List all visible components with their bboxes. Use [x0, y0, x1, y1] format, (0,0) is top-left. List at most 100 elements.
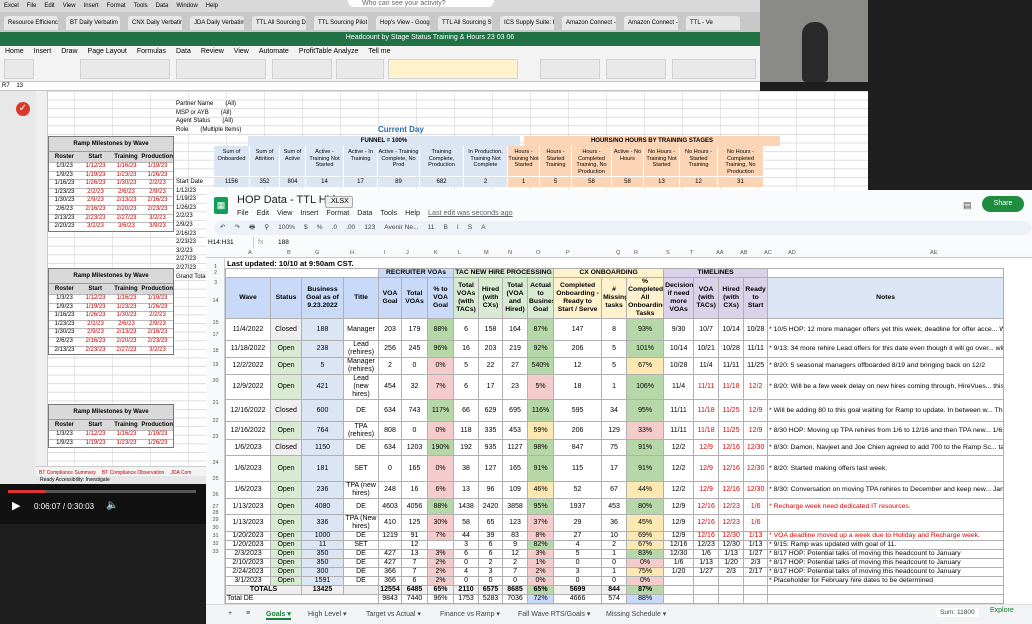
- table-cell[interactable]: [718, 576, 745, 586]
- table-cell[interactable]: 7: [502, 567, 529, 577]
- table-cell[interactable]: 12/23: [718, 514, 745, 532]
- toolbar-button[interactable]: .0: [332, 224, 338, 231]
- total-de-cell[interactable]: 88%: [626, 594, 665, 604]
- table-cell[interactable]: 1203: [401, 439, 428, 456]
- table-cell[interactable]: 847: [553, 439, 603, 456]
- table-cell[interactable]: 5: [301, 357, 344, 375]
- ramp-cell[interactable]: 1/9/23: [49, 304, 80, 312]
- table-cell[interactable]: 1/13: [718, 549, 745, 559]
- table-cell[interactable]: 1/20: [663, 567, 695, 577]
- table-cell[interactable]: 1/13: [743, 540, 769, 550]
- table-cell[interactable]: 52: [553, 481, 603, 499]
- pivot-value-cell[interactable]: 13: [644, 178, 680, 187]
- table-cell[interactable]: 12/30: [663, 549, 695, 559]
- table-cell[interactable]: 2%: [426, 567, 455, 577]
- excel-tab[interactable]: BT Daily Verbatim Fr: [66, 16, 120, 30]
- selection-sum[interactable]: Sum: 11800: [936, 608, 979, 617]
- paste-button[interactable]: [4, 59, 34, 79]
- comment-icon[interactable]: ▤: [963, 200, 972, 211]
- row-number[interactable]: 3: [206, 280, 225, 286]
- excel-formula-bar[interactable]: R7 13: [0, 82, 760, 91]
- sheet-tab[interactable]: Fall Wave RTS/Goals ▾: [518, 610, 590, 618]
- sheets-menu-item[interactable]: Data: [357, 208, 372, 217]
- table-cell[interactable]: 1/13/2023: [225, 498, 271, 515]
- table-cell[interactable]: 13: [453, 481, 480, 499]
- table-cell[interactable]: 123: [502, 514, 529, 532]
- table-cell[interactable]: 0: [478, 576, 504, 586]
- table-cell[interactable]: Lead (rehires): [343, 340, 379, 358]
- table-cell[interactable]: 12/9: [663, 514, 695, 532]
- ramp-cell[interactable]: 1/26/23: [142, 440, 173, 448]
- ramp-cell[interactable]: 1/26/23: [80, 312, 111, 320]
- ramp-cell[interactable]: 3/2/23: [80, 223, 111, 231]
- table-cell[interactable]: 16: [453, 340, 480, 358]
- table-cell[interactable]: 256: [378, 340, 402, 358]
- table-cell[interactable]: Open: [270, 455, 302, 482]
- toolbar-button[interactable]: A: [481, 224, 485, 231]
- table-cell[interactable]: 7: [401, 558, 428, 568]
- ramp-cell[interactable]: 1/30/23: [111, 180, 142, 188]
- pivot-filter[interactable]: MSP or AYB (All): [176, 109, 272, 118]
- toolbar-button[interactable]: .00: [346, 224, 355, 231]
- table-cell[interactable]: 1/6/2023: [225, 455, 271, 482]
- name-box[interactable]: H14:H31: [206, 237, 254, 248]
- table-cell[interactable]: 0%: [626, 576, 665, 586]
- table-cell[interactable]: 11/11: [718, 357, 745, 375]
- table-cell[interactable]: 427: [378, 558, 402, 568]
- sheets-logo-icon[interactable]: ▦: [214, 197, 228, 214]
- table-cell[interactable]: 13: [401, 549, 428, 559]
- ramp-cell[interactable]: 1/19/23: [80, 440, 111, 448]
- table-cell[interactable]: Open: [270, 549, 302, 559]
- total-de-cell[interactable]: 7036: [502, 594, 529, 604]
- table-cell[interactable]: 12/9: [663, 498, 695, 515]
- table-cell[interactable]: 109: [502, 481, 529, 499]
- ramp-cell[interactable]: 1/16/23: [111, 431, 142, 439]
- ramp-cell[interactable]: 3/2/23: [142, 347, 173, 355]
- table-cell[interactable]: 7%: [426, 531, 455, 541]
- table-cell[interactable]: 2/3/2023: [225, 549, 271, 559]
- notes-cell[interactable]: * 8/30: Damon, Navjeet and Joe Chien agr…: [767, 439, 1005, 456]
- toolbar-button[interactable]: 🖶: [249, 224, 255, 231]
- pivot-value-cell[interactable]: 804: [280, 178, 306, 187]
- ramp-cell[interactable]: 1/23/23: [49, 321, 80, 329]
- table-cell[interactable]: 12/16/2022: [225, 399, 271, 422]
- row-number[interactable]: 33: [206, 549, 225, 555]
- table-cell[interactable]: Closed: [270, 439, 302, 456]
- table-cell[interactable]: 245: [401, 340, 428, 358]
- ramp-cell[interactable]: 2/9/23: [80, 329, 111, 337]
- table-cell[interactable]: 1/6/2023: [225, 481, 271, 499]
- ramp-cell[interactable]: 1/26/23: [80, 180, 111, 188]
- table-cell[interactable]: 0: [601, 576, 628, 586]
- mac-menu-item[interactable]: View: [63, 3, 76, 9]
- table-cell[interactable]: 44: [453, 531, 480, 541]
- table-cell[interactable]: 129: [601, 421, 628, 440]
- ramp-cell[interactable]: 1/12/23: [80, 431, 111, 439]
- ramp-cell[interactable]: 1/30/23: [49, 329, 80, 337]
- table-cell[interactable]: 22: [478, 357, 504, 375]
- ramp-cell[interactable]: 2/13/23: [111, 197, 142, 205]
- table-cell[interactable]: 595: [553, 399, 603, 422]
- table-cell[interactable]: 12/30: [718, 531, 745, 541]
- pivot-value-cell[interactable]: 12: [680, 178, 718, 187]
- table-cell[interactable]: 11/25: [743, 357, 769, 375]
- ramp-cell[interactable]: 3/6/23: [111, 223, 142, 231]
- table-cell[interactable]: 11/11: [663, 421, 695, 440]
- table-cell[interactable]: 634: [378, 399, 402, 422]
- table-cell[interactable]: 11/4: [693, 357, 720, 375]
- table-cell[interactable]: 219: [502, 340, 529, 358]
- table-cell[interactable]: 5%: [527, 374, 555, 400]
- table-cell[interactable]: 1/20/2023: [225, 531, 271, 541]
- table-cell[interactable]: 10/28: [743, 318, 769, 341]
- excel-tab[interactable]: TTL - Ve: [686, 16, 740, 30]
- excel-tab[interactable]: ICS Supply Suite: Hi: [500, 16, 554, 30]
- ramp-cell[interactable]: 2/6/23: [49, 338, 80, 346]
- share-button[interactable]: Share: [982, 196, 1024, 212]
- excel-tab[interactable]: TTL All Sourcing Da: [252, 16, 306, 30]
- ribbon-tab[interactable]: Insert: [34, 48, 52, 55]
- pivot-value-cell[interactable]: 89: [378, 178, 420, 187]
- tab-goals[interactable]: Goals ▾: [266, 610, 291, 620]
- table-cell[interactable]: 206: [553, 421, 603, 440]
- ramp-cell[interactable]: 2/2/23: [80, 189, 111, 197]
- table-cell[interactable]: 236: [301, 481, 344, 499]
- sheet-tab[interactable]: Target vs Actual ▾: [366, 610, 421, 618]
